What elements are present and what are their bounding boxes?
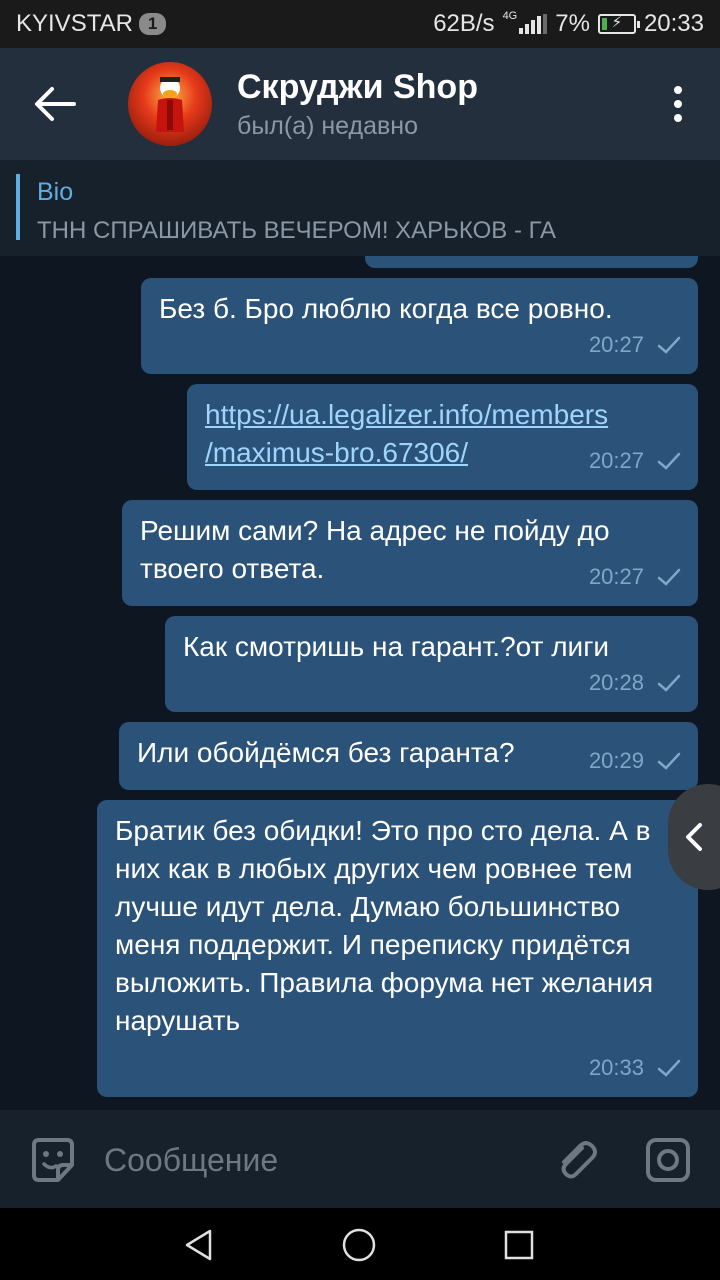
duck-character-icon <box>156 77 184 132</box>
single-check-icon <box>657 568 681 586</box>
battery-percent: 7% <box>555 10 590 37</box>
camera-button[interactable] <box>644 1136 692 1184</box>
message-time: 20:27 <box>588 448 644 473</box>
emoji-button[interactable] <box>28 1135 78 1185</box>
message-list[interactable]: Bio ТНН СПРАШИВАТЬ ВЕЧЕРОМ! ХАРЬКОВ - ГА… <box>0 160 720 1110</box>
message-time: 20:28 <box>588 670 644 695</box>
single-check-icon <box>657 752 681 770</box>
arrow-left-icon <box>35 87 76 121</box>
message-bubble[interactable]: Братик без обидки! Это про сто дела. А в… <box>97 800 698 1097</box>
message-time: 20:27 <box>588 332 644 357</box>
message-bubble[interactable]: Или обойдёмся без гаранта? 20:29 <box>119 722 698 790</box>
single-check-icon <box>657 452 681 470</box>
bio-text: ТНН СПРАШИВАТЬ ВЕЧЕРОМ! ХАРЬКОВ - ГА <box>37 217 557 244</box>
signal-strength-icon <box>519 14 548 34</box>
carrier-name: KYIVSTAR <box>16 10 133 37</box>
system-nav-bar <box>0 1208 720 1280</box>
instagram-camera-icon <box>646 1138 690 1182</box>
nav-back-icon[interactable] <box>182 1228 216 1262</box>
more-vertical-icon <box>674 86 682 94</box>
compose-bar <box>0 1110 720 1208</box>
avatar[interactable] <box>128 62 212 146</box>
single-check-icon <box>657 674 681 692</box>
message-bubble[interactable]: Как смотришь на гарант.?от лиги 20:28 <box>165 616 698 712</box>
message-link-line: /maximus-bro.67306/ <box>205 437 469 468</box>
chevron-left-icon <box>686 823 702 851</box>
sticker-emoji-icon <box>32 1138 74 1182</box>
menu-dot <box>674 114 682 122</box>
single-check-icon <box>657 336 681 354</box>
message-time: 20:27 <box>588 564 644 589</box>
message-text: Без б. Бро люблю когда все ровно. <box>159 293 613 324</box>
more-options-button[interactable] <box>672 86 684 122</box>
back-button[interactable] <box>30 84 78 124</box>
nav-home-icon[interactable] <box>340 1226 378 1264</box>
message-text: Как смотришь на гарант.?от лиги <box>183 631 610 662</box>
chat-title[interactable]: Скруджи Shop <box>237 68 478 107</box>
message-time: 20:33 <box>588 1055 644 1080</box>
chat-header: Скруджи Shop был(а) недавно <box>0 48 720 160</box>
single-check-icon <box>657 1059 681 1077</box>
network-speed: 62B/s <box>433 10 495 37</box>
attach-button[interactable] <box>552 1136 600 1184</box>
notification-count-badge: 1 <box>138 13 167 35</box>
pinned-bio-panel[interactable]: Bio ТНН СПРАШИВАТЬ ВЕЧЕРОМ! ХАРЬКОВ - ГА <box>0 160 720 256</box>
network-type: 4G <box>502 10 518 22</box>
paperclip-icon <box>561 1141 597 1179</box>
message-text: Братик без обидки! Это про сто дела. А в… <box>115 815 654 1036</box>
chat-last-seen-status: был(а) недавно <box>237 112 419 140</box>
bio-accent-bar <box>16 174 20 240</box>
status-bar: KYIVSTAR 1 62B/s 4G 7% ⚡ 20:33 <box>0 0 720 48</box>
bio-label: Bio <box>37 178 74 206</box>
message-bubble[interactable]: Без б. Бро люблю когда все ровно. 20:27 <box>141 278 698 374</box>
message-link-line: https://ua.legalizer.info/members <box>205 399 609 430</box>
nav-recent-apps-icon[interactable] <box>502 1228 536 1262</box>
menu-dot <box>674 100 682 108</box>
clock: 20:33 <box>643 10 704 37</box>
side-panel-handle[interactable] <box>668 784 720 890</box>
battery-icon: ⚡ <box>597 14 640 34</box>
message-bubble[interactable]: Решим сами? На адрес не пойду до твоего … <box>122 500 698 606</box>
message-input[interactable] <box>104 1138 524 1182</box>
message-time: 20:29 <box>588 748 644 773</box>
message-bubble[interactable]: https://ua.legalizer.info/members/maximu… <box>187 384 698 490</box>
